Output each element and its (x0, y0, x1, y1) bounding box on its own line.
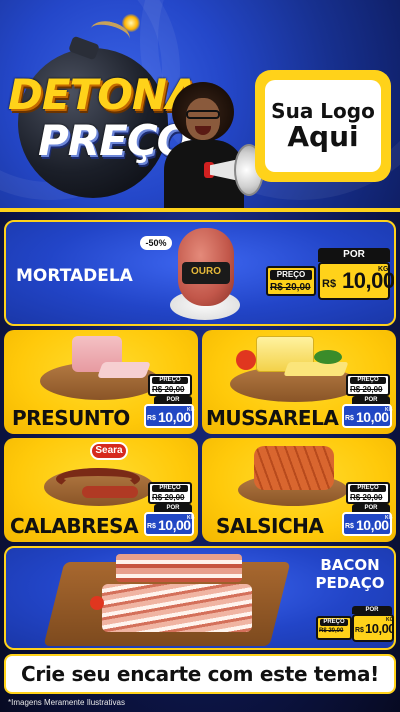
disclaimer-text: *Imagens Meramente Ilustrativas (8, 698, 125, 707)
unit-label: KG (187, 515, 195, 521)
product-label-band: OURO (182, 262, 230, 284)
product-card-calabresa[interactable]: Seara CALABRESA PREÇO R$ 20,00 POR R$ 10… (4, 438, 198, 542)
preco-label: PREÇO (350, 485, 386, 492)
unit-label: KG (385, 407, 393, 413)
brand-label: Seara (90, 442, 128, 460)
bacon-illustration (116, 554, 242, 582)
unit-label: KG (385, 515, 393, 521)
fuse-spark-icon (122, 14, 140, 32)
por-label: POR (352, 606, 392, 614)
old-price: R$ 20,00 (152, 493, 185, 502)
old-price-box: PREÇO R$ 20,00 (266, 266, 316, 296)
preco-label: PREÇO (270, 270, 312, 280)
new-price-box: R$ 10,00 KG (318, 262, 394, 300)
bacon-slices (102, 584, 252, 632)
product-name-line2: PEDAÇO (315, 574, 385, 592)
price-tag: PREÇO R$ 20,00 POR R$ 10,00 KG (338, 482, 394, 538)
new-price-box: R$ 10,00 KG (144, 404, 195, 428)
product-name: SALSICHA (216, 514, 324, 538)
person-glasses (186, 110, 220, 119)
old-price: R$ 20,00 (270, 282, 311, 293)
currency-symbol: R$ (355, 627, 364, 634)
currency-symbol: R$ (322, 278, 337, 290)
discount-badge: -50% (140, 236, 172, 250)
old-price: R$ 20,00 (350, 493, 383, 502)
currency-symbol: R$ (147, 523, 156, 530)
new-price-box: R$ 10,00 KG (352, 614, 394, 642)
new-price: 10,00 (356, 409, 389, 425)
tomato-icon (90, 596, 104, 610)
price-tag: POR PREÇO R$ 20,00 R$ 10,00 KG (316, 604, 394, 648)
old-price-box: PREÇO R$ 20,00 (346, 374, 390, 396)
preco-label: PREÇO (350, 377, 386, 384)
cta-banner[interactable]: Crie seu encarte com este tema! (4, 654, 396, 694)
flyer-page: DETONA PREÇO Sua Logo Aqui MORTADELA OUR… (0, 0, 400, 712)
por-label: POR (318, 248, 390, 262)
product-card-salsicha[interactable]: SALSICHA PREÇO R$ 20,00 POR R$ 10,00 KG (202, 438, 396, 542)
old-price: R$ 20,00 (319, 628, 344, 634)
price-tag: POR PREÇO R$ 20,00 R$ 10,00 KG (264, 248, 394, 308)
preco-label: PREÇO (152, 485, 188, 492)
old-price-box: PREÇO R$ 20,00 (148, 482, 192, 504)
por-label: POR (154, 504, 192, 512)
cta-text: Crie seu encarte com este tema! (21, 662, 379, 686)
por-label: POR (154, 396, 192, 404)
preco-label: PREÇO (320, 619, 348, 626)
salsicha-illustration (254, 446, 334, 490)
product-card-presunto[interactable]: PRESUNTO PREÇO R$ 20,00 POR R$ 10,00 KG (4, 330, 198, 434)
unit-label: KG (187, 407, 195, 413)
logo-placeholder-inner: Sua Logo Aqui (265, 80, 381, 172)
price-tag: PREÇO R$ 20,00 POR R$ 10,00 KG (140, 482, 196, 538)
currency-symbol: R$ (345, 415, 354, 422)
old-price-box: PREÇO R$ 20,00 (316, 616, 352, 640)
new-price-box: R$ 10,00 KG (144, 512, 195, 536)
product-name: PRESUNTO (12, 406, 130, 430)
product-card-bacon[interactable]: BACON PEDAÇO POR PREÇO R$ 20,00 R$ 10,00… (4, 546, 396, 650)
preco-label: PREÇO (152, 377, 188, 384)
price-tag: PREÇO R$ 20,00 POR R$ 10,00 KG (338, 374, 394, 430)
product-name: MORTADELA (16, 266, 133, 286)
product-name-line1: BACON (320, 556, 380, 574)
currency-symbol: R$ (147, 415, 156, 422)
herb-icon (314, 350, 342, 364)
por-label: POR (352, 504, 390, 512)
new-price: 10,00 (158, 517, 191, 533)
product-card-mussarela[interactable]: MUSSARELA PREÇO R$ 20,00 POR R$ 10,00 KG (202, 330, 396, 434)
old-price-box: PREÇO R$ 20,00 (148, 374, 192, 396)
header-banner: DETONA PREÇO Sua Logo Aqui (0, 0, 400, 212)
new-price: 10,00 (365, 621, 396, 636)
product-name: BACON PEDAÇO (306, 556, 394, 592)
new-price-box: R$ 10,00 KG (342, 404, 393, 428)
new-price: 10,00 (356, 517, 389, 533)
por-label: POR (352, 396, 390, 404)
logo-text-line1: Sua Logo (271, 98, 375, 123)
product-name: CALABRESA (10, 514, 139, 538)
unit-label: KG (378, 266, 389, 273)
tomato-icon (236, 350, 256, 370)
new-price: 10,00 (158, 409, 191, 425)
product-card-mortadela[interactable]: MORTADELA OURO -50% POR PREÇO R$ 20,00 R… (4, 220, 396, 326)
product-name: MUSSARELA (206, 406, 339, 430)
unit-label: KG (386, 617, 394, 623)
brand-label: OURO (191, 266, 221, 277)
logo-text-line2: Aqui (287, 119, 359, 153)
old-price-box: PREÇO R$ 20,00 (346, 482, 390, 504)
price-tag: PREÇO R$ 20,00 POR R$ 10,00 KG (140, 374, 196, 430)
new-price-box: R$ 10,00 KG (342, 512, 393, 536)
calabresa-slices (82, 486, 138, 498)
currency-symbol: R$ (345, 523, 354, 530)
old-price: R$ 20,00 (350, 385, 383, 394)
logo-placeholder[interactable]: Sua Logo Aqui (255, 70, 391, 182)
old-price: R$ 20,00 (152, 385, 185, 394)
